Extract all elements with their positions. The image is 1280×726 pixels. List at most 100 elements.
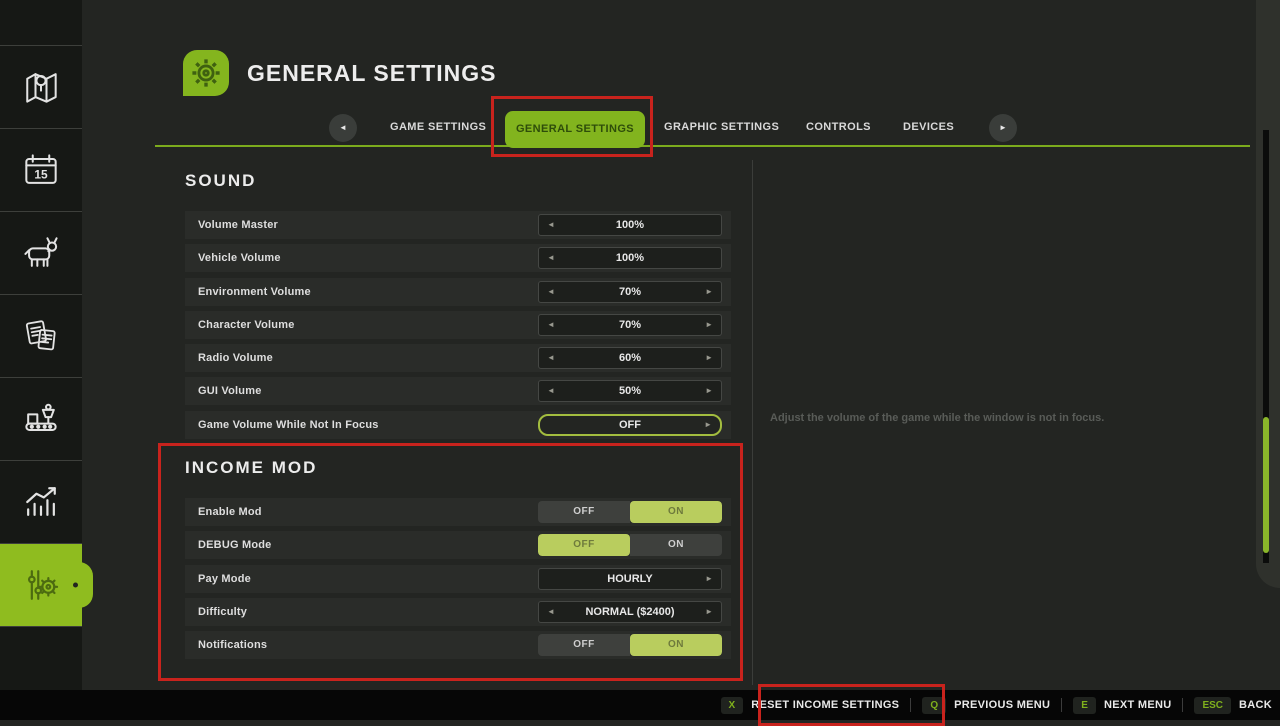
sidebar-item-statistics[interactable] [0, 461, 82, 544]
setting-label: Volume Master [198, 211, 278, 239]
value-stepper-gui-volume[interactable]: ◄50%► [538, 380, 722, 402]
increase-arrow-icon[interactable]: ► [705, 381, 713, 401]
footer-action-label: PREVIOUS MENU [954, 699, 1050, 711]
setting-value: HOURLY [539, 569, 721, 589]
setting-label: Environment Volume [198, 278, 311, 306]
footer-action-back[interactable]: ESC BACK [1194, 697, 1272, 714]
value-stepper-vehicle-volume[interactable]: ◄100% [538, 247, 722, 269]
tabs-next-button[interactable]: ► [989, 114, 1017, 142]
value-stepper-pay-mode[interactable]: HOURLY► [538, 568, 722, 590]
toggle-debug-mode: OFFON [538, 534, 722, 556]
setting-row-difficulty: Difficulty ◄NORMAL ($2400)► [185, 598, 731, 626]
mod-settings-icon [19, 563, 63, 607]
setting-row-radio-volume: Radio Volume ◄60%► [185, 344, 731, 372]
setting-label: Pay Mode [198, 565, 251, 593]
footer-action-label: BACK [1239, 699, 1272, 711]
sidebar-item-production[interactable] [0, 378, 82, 461]
setting-label: Difficulty [198, 598, 247, 626]
key-badge-esc: ESC [1194, 697, 1231, 714]
sidebar-item-mod-settings[interactable] [0, 544, 82, 627]
page-title: GENERAL SETTINGS [247, 60, 496, 87]
tab-game-settings[interactable]: GAME SETTINGS [390, 121, 486, 133]
setting-row-volume-master: Volume Master ◄100% [185, 211, 731, 239]
tab-graphic-settings[interactable]: GRAPHIC SETTINGS [664, 121, 779, 133]
increase-arrow-icon[interactable]: ► [705, 348, 713, 368]
toggle-option-on[interactable]: ON [630, 634, 722, 656]
toggle-notifications: OFFON [538, 634, 722, 656]
help-text: Adjust the volume of the game while the … [770, 412, 1240, 424]
active-tab-dot [73, 583, 78, 588]
map-icon [19, 65, 63, 109]
chevron-right-icon: ► [999, 123, 1007, 132]
tabs-prev-button[interactable]: ◄ [329, 114, 357, 142]
sidebar-item-animals[interactable] [0, 212, 82, 295]
footer-bar: X RESET INCOME SETTINGS Q PREVIOUS MENU E NEX… [0, 690, 1280, 720]
value-stepper-environment-volume[interactable]: ◄70%► [538, 281, 722, 303]
setting-label: DEBUG Mode [198, 531, 272, 559]
setting-value: 100% [539, 248, 721, 268]
toggle-enable-mod: OFFON [538, 501, 722, 523]
section-title-sound: SOUND [185, 171, 256, 191]
value-stepper-volume-master[interactable]: ◄100% [538, 214, 722, 236]
footer-actions: X RESET INCOME SETTINGS Q PREVIOUS MENU E NEX… [721, 690, 1272, 720]
increase-arrow-icon[interactable]: ► [704, 416, 712, 434]
calendar-day-number: 15 [34, 167, 48, 181]
setting-value: 100% [539, 215, 721, 235]
contracts-icon [19, 314, 63, 358]
sidebar-item-map[interactable] [0, 46, 82, 129]
key-badge-q: Q [922, 697, 946, 714]
setting-value: 70% [539, 282, 721, 302]
setting-row-game-volume-while-not-in-focus: Game Volume While Not In Focus OFF► [185, 411, 731, 439]
increase-arrow-icon[interactable]: ► [705, 282, 713, 302]
toggle-option-off[interactable]: OFF [538, 634, 630, 656]
setting-row-gui-volume: GUI Volume ◄50%► [185, 377, 731, 405]
value-stepper-game-volume-while-not-in-focus[interactable]: OFF► [538, 414, 722, 436]
increase-arrow-icon[interactable]: ► [705, 569, 713, 589]
setting-label: Character Volume [198, 311, 295, 339]
setting-label: Radio Volume [198, 344, 273, 372]
footer-action-reset-income-settings[interactable]: X RESET INCOME SETTINGS [721, 697, 900, 714]
tab-devices[interactable]: DEVICES [903, 121, 954, 133]
calendar-icon: 15 [19, 148, 63, 192]
key-badge-x: X [721, 697, 744, 714]
toggle-option-on[interactable]: ON [630, 534, 722, 556]
setting-row-notifications: NotificationsOFFON [185, 631, 731, 659]
setting-value: OFF [540, 416, 720, 434]
setting-label: Enable Mod [198, 498, 262, 526]
setting-value: NORMAL ($2400) [539, 602, 721, 622]
tab-controls[interactable]: CONTROLS [806, 121, 871, 133]
increase-arrow-icon[interactable]: ► [705, 602, 713, 622]
sidebar-item-calendar[interactable]: 15 [0, 129, 82, 212]
footer-action-label: NEXT MENU [1104, 699, 1171, 711]
sidebar-spacer [0, 0, 82, 46]
sidebar: 15 [0, 0, 82, 720]
footer-action-label: RESET INCOME SETTINGS [751, 699, 899, 711]
key-badge-e: E [1073, 697, 1096, 714]
tab-general-settings[interactable]: GENERAL SETTINGS [505, 111, 645, 148]
setting-row-debug-mode: DEBUG Mode OFFON [185, 531, 731, 559]
production-icon [19, 397, 63, 441]
scrollbar-thumb[interactable] [1263, 417, 1269, 553]
sidebar-item-contracts[interactable] [0, 295, 82, 378]
toggle-option-off[interactable]: OFF [538, 534, 630, 556]
tab-underline [155, 145, 1250, 147]
footer-action-previous-menu[interactable]: Q PREVIOUS MENU [922, 697, 1050, 714]
income-mod-settings-list: Enable ModOFFONDEBUG ModeOFFONPay ModeHO… [185, 498, 731, 664]
setting-row-vehicle-volume: Vehicle Volume◄100% [185, 244, 731, 272]
footer-separator [1182, 698, 1183, 712]
setting-row-environment-volume: Environment Volume ◄70%► [185, 278, 731, 306]
setting-value: 70% [539, 315, 721, 335]
value-stepper-radio-volume[interactable]: ◄60%► [538, 347, 722, 369]
footer-action-next-menu[interactable]: E NEXT MENU [1073, 697, 1171, 714]
setting-label: Game Volume While Not In Focus [198, 411, 379, 439]
section-title-income-mod: INCOME MOD [185, 458, 317, 478]
value-stepper-character-volume[interactable]: ◄70%► [538, 314, 722, 336]
setting-value: 60% [539, 348, 721, 368]
increase-arrow-icon[interactable]: ► [705, 315, 713, 335]
setting-label: GUI Volume [198, 377, 262, 405]
toggle-option-on[interactable]: ON [630, 501, 722, 523]
setting-value: 50% [539, 381, 721, 401]
setting-row-pay-mode: Pay Mode HOURLY► [185, 565, 731, 593]
toggle-option-off[interactable]: OFF [538, 501, 630, 523]
value-stepper-difficulty[interactable]: ◄NORMAL ($2400)► [538, 601, 722, 623]
